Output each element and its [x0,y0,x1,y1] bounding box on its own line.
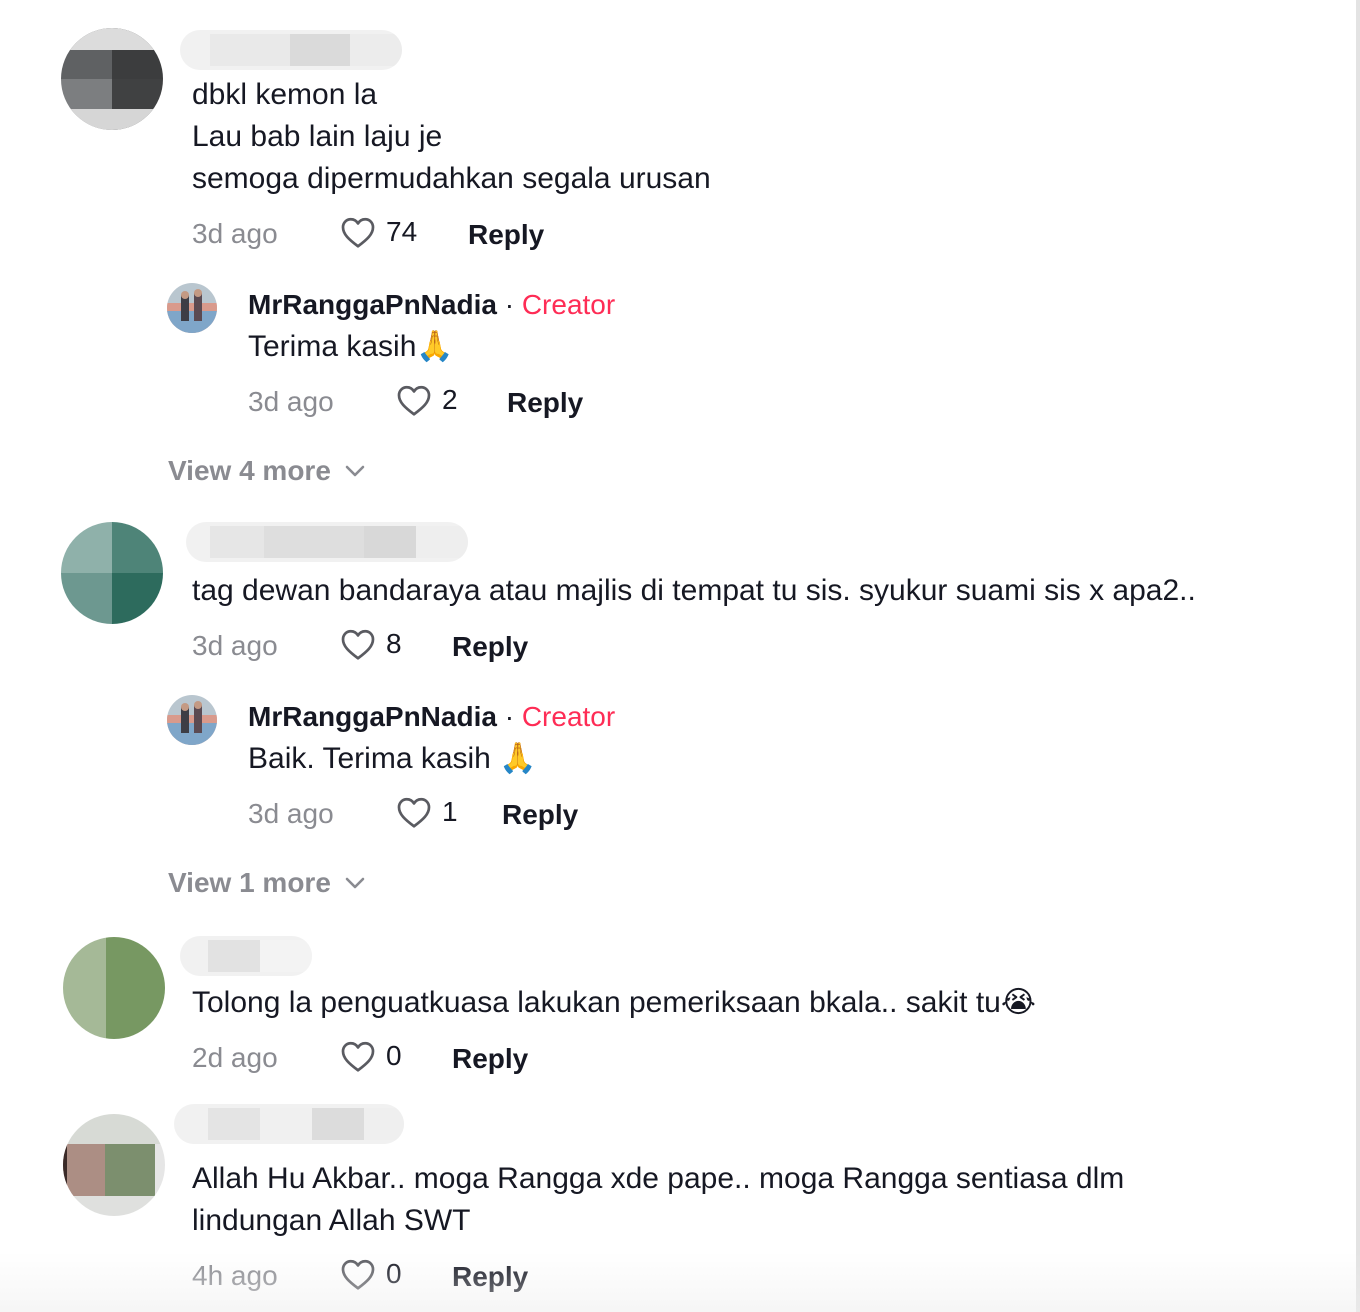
like-button[interactable]: 1 [396,792,458,832]
comment-time: 3d ago [192,218,278,249]
comment-text-line: lindungan Allah SWT [192,1204,471,1237]
comment-time: 2d ago [192,1042,278,1073]
view-more-label: View 4 more [168,455,331,486]
creator-name-line: MrRanggaPnNadia · Creator [248,288,615,322]
comment-text-content: Tolong la penguatkuasa lakukan pemeriksa… [192,986,1001,1019]
comment-text-line: tag dewan bandaraya atau majlis di tempa… [192,574,1196,607]
like-count: 74 [386,216,418,247]
like-count: 2 [442,384,458,415]
chevron-down-icon [345,877,365,889]
reply-text-content: Baik. Terima kasih [248,742,500,775]
like-count: 8 [386,628,402,659]
like-count: 1 [442,796,458,827]
heart-outline-icon [397,797,431,828]
avatar[interactable] [61,522,163,624]
comment-text-line: Allah Hu Akbar.. moga Rangga xde pape.. … [192,1162,1125,1195]
heart-outline-icon [341,629,375,660]
reply-button[interactable]: Reply [452,1260,528,1294]
comment-text-line: Tolong la penguatkuasa lakukan pemeriksa… [192,982,1036,1024]
avatar[interactable] [63,1114,165,1216]
avatar[interactable] [61,28,163,130]
comment-time: 3d ago [192,630,278,661]
like-count: 0 [386,1258,402,1289]
heart-outline-icon [341,217,375,248]
avatar-photo [167,283,217,333]
comment-text-line: Lau bab lain laju je [192,120,443,153]
reply-button[interactable]: Reply [452,630,528,664]
view-more-label: View 1 more [168,867,331,898]
creator-avatar[interactable] [167,695,217,745]
reply-text: Terima kasih🙏 [248,326,454,368]
chevron-down-icon [345,465,365,477]
reply-button[interactable]: Reply [502,798,578,832]
creator-name-line: MrRanggaPnNadia · Creator [248,700,615,734]
crying-face-emoji: 😭 [1000,986,1036,1019]
like-count: 0 [386,1040,402,1071]
creator-avatar[interactable] [167,283,217,333]
like-button[interactable]: 2 [396,380,458,420]
creator-username[interactable]: MrRanggaPnNadia [248,289,497,320]
reply-button[interactable]: Reply [507,386,583,420]
username-redacted[interactable] [174,1104,404,1144]
creator-badge: Creator [521,289,616,320]
avatar[interactable] [63,937,165,1039]
comment-time: 4h ago [192,1260,278,1291]
praying-hands-emoji: 🙏 [416,330,454,363]
reply-text: Baik. Terima kasih 🙏 [248,738,537,780]
comment-text-line: semoga dipermudahkan segala urusan [192,162,711,195]
praying-hands-emoji: 🙏 [499,742,537,775]
separator: · [504,701,515,732]
heart-outline-icon [397,385,431,416]
creator-badge: Creator [521,701,616,732]
username-redacted[interactable] [180,936,312,976]
like-button[interactable]: 0 [340,1254,402,1294]
reply-button[interactable]: Reply [468,218,544,252]
heart-outline-icon [341,1041,375,1072]
scrollbar-edge [1356,0,1360,1312]
username-redacted[interactable] [180,30,402,70]
comment-text-line: dbkl kemon la [192,78,378,111]
avatar-photo [167,695,217,745]
reply-text-content: Terima kasih [248,330,417,363]
reply-button[interactable]: Reply [452,1042,528,1076]
heart-outline-icon [341,1259,375,1290]
reply-time: 3d ago [248,798,334,829]
reply-time: 3d ago [248,386,334,417]
separator: · [504,289,515,320]
like-button[interactable]: 8 [340,624,402,664]
like-button[interactable]: 74 [340,212,417,252]
view-more-replies[interactable]: View 1 more [168,866,365,900]
like-button[interactable]: 0 [340,1036,402,1076]
view-more-replies[interactable]: View 4 more [168,454,365,488]
username-redacted[interactable] [186,522,468,562]
creator-username[interactable]: MrRanggaPnNadia [248,701,497,732]
